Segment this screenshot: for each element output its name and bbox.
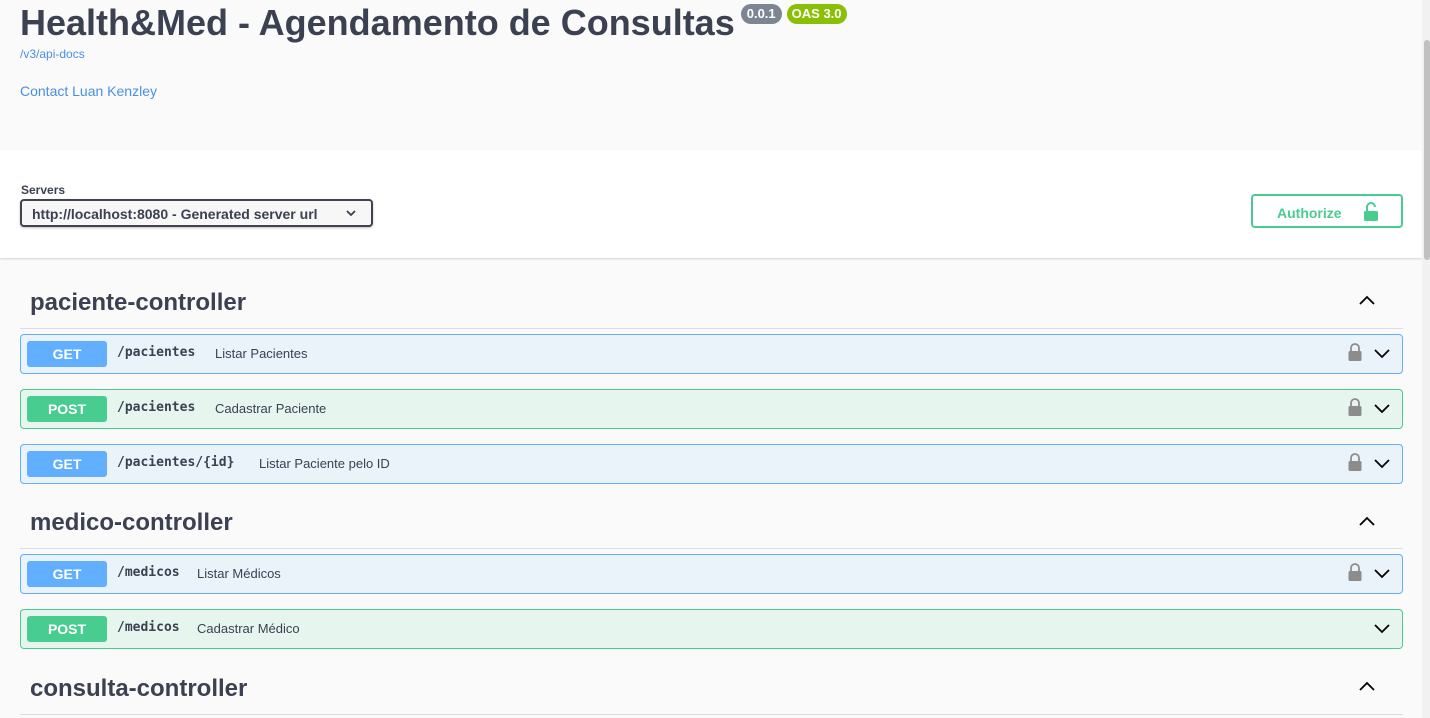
operation-summary: Cadastrar Médico	[197, 621, 300, 636]
section-divider	[20, 328, 1403, 329]
operation-get-paciente-by-id[interactable]: GET /pacientes/{id} Listar Paciente pelo…	[20, 444, 1403, 484]
servers-select[interactable]: http://localhost:8080 - Generated server…	[20, 199, 373, 227]
operation-get-pacientes[interactable]: GET /pacientes Listar Pacientes	[20, 334, 1403, 374]
chevron-up-icon[interactable]	[1358, 292, 1376, 310]
operation-post-pacientes[interactable]: POST /pacientes Cadastrar Paciente	[20, 389, 1403, 429]
section-title-consulta-controller[interactable]: consulta-controller	[30, 675, 247, 703]
operation-path: /medicos	[117, 620, 180, 635]
lock-icon[interactable]	[1348, 397, 1362, 417]
lock-icon[interactable]	[1348, 562, 1362, 582]
servers-selected-value: http://localhost:8080 - Generated server…	[32, 206, 318, 222]
section-title-medico-controller[interactable]: medico-controller	[30, 509, 233, 537]
section-title-paciente-controller[interactable]: paciente-controller	[30, 289, 246, 317]
chevron-down-icon[interactable]	[1373, 344, 1391, 362]
chevron-up-icon[interactable]	[1358, 678, 1376, 696]
method-badge: GET	[27, 341, 107, 367]
operation-path: /pacientes	[117, 400, 196, 415]
operation-path: /pacientes	[117, 345, 196, 360]
method-badge: GET	[27, 451, 107, 477]
chevron-up-icon[interactable]	[1358, 513, 1376, 531]
method-badge: GET	[27, 561, 107, 587]
chevron-down-icon[interactable]	[1373, 454, 1391, 472]
authorize-button[interactable]: Authorize	[1251, 194, 1403, 228]
operation-path: /pacientes/{id}	[117, 455, 235, 470]
section-divider	[20, 714, 1403, 715]
method-badge: POST	[27, 616, 107, 642]
scrollbar-thumb[interactable]	[1424, 40, 1430, 260]
operation-summary: Cadastrar Paciente	[215, 401, 327, 416]
chevron-down-icon[interactable]	[1373, 399, 1391, 417]
section-divider	[20, 548, 1403, 549]
oas-badge: OAS 3.0	[786, 4, 847, 24]
scheme-container: Servers http://localhost:8080 - Generate…	[0, 150, 1422, 258]
chevron-down-icon[interactable]	[1373, 619, 1391, 637]
api-docs-link[interactable]: /v3/api-docs	[20, 47, 85, 61]
operation-post-medicos[interactable]: POST /medicos Cadastrar Médico	[20, 609, 1403, 649]
servers-label: Servers	[21, 183, 66, 197]
unlocked-icon	[1364, 202, 1378, 221]
chevron-down-icon	[346, 210, 356, 217]
authorize-label: Authorize	[1277, 205, 1342, 221]
method-badge: POST	[27, 396, 107, 422]
page-title: Health&Med - Agendamento de Consultas	[20, 2, 735, 43]
version-badge: 0.0.1	[740, 4, 782, 24]
lock-icon[interactable]	[1348, 452, 1362, 472]
contact-link[interactable]: Contact Luan Kenzley	[20, 83, 157, 99]
operation-summary: Listar Pacientes	[215, 346, 308, 361]
title-row: Health&Med - Agendamento de Consultas 0.…	[20, 2, 847, 44]
operation-summary: Listar Médicos	[197, 566, 281, 581]
operation-path: /medicos	[117, 565, 180, 580]
info-header: Health&Med - Agendamento de Consultas 0.…	[0, 0, 1422, 150]
lock-icon[interactable]	[1348, 342, 1362, 362]
operation-summary: Listar Paciente pelo ID	[259, 456, 390, 471]
operation-get-medicos[interactable]: GET /medicos Listar Médicos	[20, 554, 1403, 594]
chevron-down-icon[interactable]	[1373, 564, 1391, 582]
